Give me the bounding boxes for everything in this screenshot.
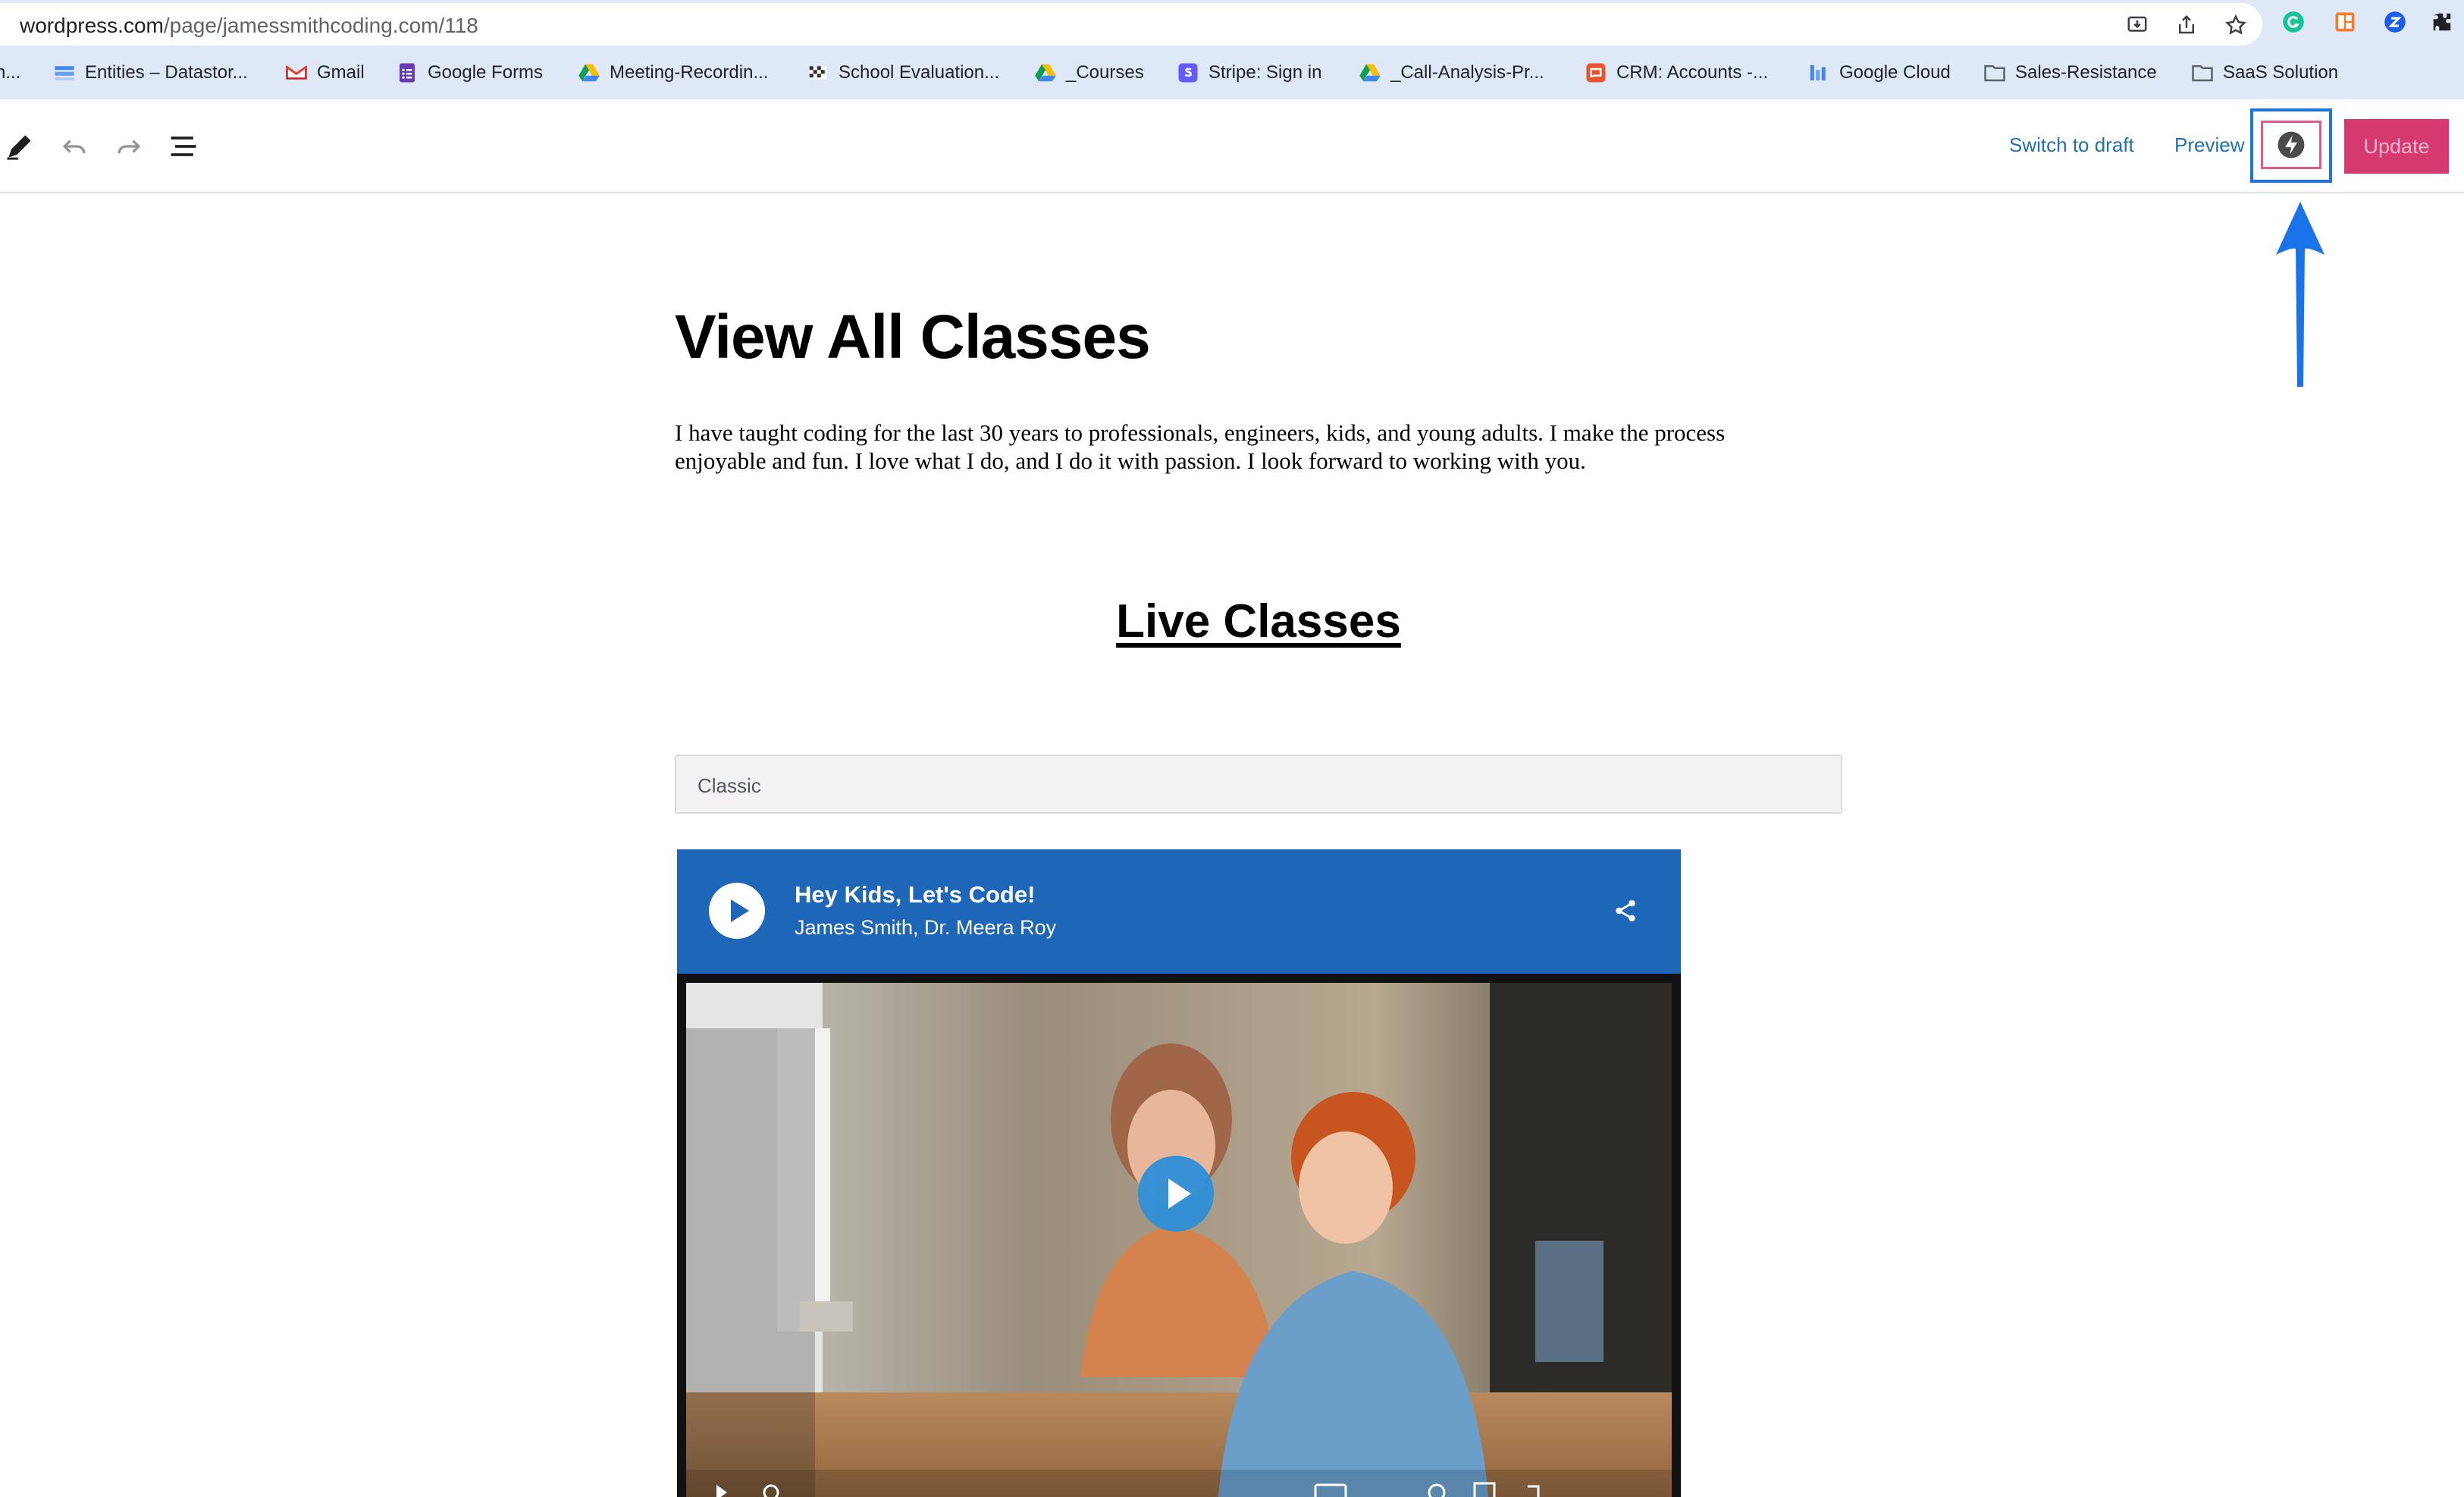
bookmark-item[interactable]: SaaS Solution: [2191, 58, 2338, 88]
jetpack-button[interactable]: [2261, 121, 2321, 169]
bookmark-item[interactable]: Entities – Datastor...: [53, 58, 248, 88]
intro-paragraph[interactable]: I have taught coding for the last 30 yea…: [675, 419, 1797, 475]
redo-icon[interactable]: [112, 130, 146, 163]
undo-icon[interactable]: [58, 130, 91, 163]
bookmark-label: Entities – Datastor...: [85, 62, 248, 83]
google-drive-icon: [578, 64, 600, 82]
center-play-button[interactable]: [1138, 1156, 1214, 1232]
bookmark-label: CRM: Accounts -...: [1616, 62, 1769, 83]
zoom-extension-icon[interactable]: [2384, 11, 2406, 33]
player-title: Hey Kids, Let's Code!: [795, 881, 1036, 908]
bookmark-label: Sales-Resistance: [2015, 62, 2157, 83]
editor-toolbar: Switch to draft Preview Update: [0, 99, 2464, 193]
google-drive-icon: [1359, 64, 1381, 82]
share-icon[interactable]: [1613, 898, 1638, 924]
bookmark-item[interactable]: Gmail: [285, 58, 365, 88]
bookmark-label: _Call-Analysis-Pr...: [1390, 62, 1544, 83]
layout-extension-icon[interactable]: [2334, 11, 2356, 33]
bookmark-item[interactable]: Google Cloud: [1807, 58, 1951, 88]
url-path: /page/jamessmithcoding.com/118: [163, 14, 478, 37]
google-cloud-icon: [1810, 65, 1826, 80]
bookmark-label: n...: [0, 62, 21, 83]
address-bar[interactable]: wordpress.com/page/jamessmithcoding.com/…: [0, 3, 2262, 46]
player-header: Hey Kids, Let's Code! James Smith, Dr. M…: [677, 849, 1681, 974]
video-controls-bar[interactable]: [686, 1470, 1672, 1497]
url-text[interactable]: wordpress.com/page/jamessmithcoding.com/…: [20, 14, 478, 38]
url-domain: wordpress.com: [20, 14, 164, 37]
player-authors: James Smith, Dr. Meera Roy: [795, 916, 1057, 939]
grammarly-extension-icon[interactable]: [2282, 11, 2305, 33]
gmail-icon: [286, 65, 307, 80]
datastore-icon: [55, 66, 74, 80]
bookmark-label: School Evaluation...: [839, 62, 1000, 83]
folder-icon: [2192, 65, 2213, 82]
crm-icon: [1586, 63, 1606, 83]
bookmark-item[interactable]: _Call-Analysis-Pr...: [1359, 58, 1544, 88]
bookmark-item[interactable]: Meeting-Recordin...: [578, 58, 768, 88]
annotation-arrow: [2276, 202, 2324, 387]
checkered-flag-icon: [809, 66, 827, 80]
bookmark-label: _Courses: [1066, 62, 1144, 83]
share-page-icon[interactable]: [2175, 14, 2198, 36]
document-overview-icon[interactable]: [167, 130, 200, 163]
stripe-icon: [1178, 63, 1198, 83]
bookmark-label: Google Forms: [428, 62, 544, 83]
bookmark-item[interactable]: Google Forms: [396, 58, 543, 88]
video-player-embed[interactable]: Hey Kids, Let's Code! James Smith, Dr. M…: [677, 849, 1681, 1497]
play-icon: [731, 899, 749, 922]
bookmark-label: Stripe: Sign in: [1208, 62, 1322, 83]
bookmark-item[interactable]: _Courses: [1034, 58, 1144, 88]
bookmark-item[interactable]: CRM: Accounts -...: [1585, 58, 1768, 88]
folder-icon: [1984, 65, 2005, 82]
bookmark-label: Google Cloud: [1839, 62, 1951, 83]
bookmark-item[interactable]: Sales-Resistance: [1983, 58, 2157, 88]
browser-chrome: wordpress.com/page/jamessmithcoding.com/…: [0, 0, 2464, 99]
google-forms-icon: [400, 63, 415, 83]
switch-to-draft-button[interactable]: Switch to draft: [2009, 133, 2134, 157]
video-thumbnail[interactable]: [686, 983, 1672, 1497]
bookmark-item[interactable]: Stripe: Sign in: [1177, 58, 1321, 88]
bookmarks-bar: n... Entities – Datastor... Gmail Google…: [0, 58, 2464, 88]
bookmark-label: Meeting-Recordin...: [610, 62, 769, 83]
bookmark-item[interactable]: n...: [0, 58, 20, 88]
edit-pencil-icon[interactable]: [3, 130, 36, 163]
preview-button[interactable]: Preview: [2174, 133, 2244, 157]
extensions-puzzle-icon[interactable]: [2431, 11, 2453, 33]
bookmark-label: Gmail: [317, 62, 365, 83]
section-heading[interactable]: Live Classes: [0, 595, 2464, 648]
update-button[interactable]: Update: [2344, 119, 2449, 174]
header-play-button[interactable]: [709, 883, 765, 939]
classic-block-label: Classic: [698, 774, 761, 797]
classic-block[interactable]: Classic: [675, 755, 1842, 814]
bookmark-item[interactable]: School Evaluation...: [807, 58, 999, 88]
bookmark-label: SaaS Solution: [2223, 62, 2339, 83]
jetpack-lightning-icon: [2277, 131, 2305, 158]
play-icon: [1168, 1178, 1191, 1209]
page-title[interactable]: View All Classes: [675, 302, 1151, 373]
bookmark-star-icon[interactable]: [2224, 14, 2247, 36]
install-app-icon[interactable]: [2126, 14, 2149, 36]
google-drive-icon: [1035, 64, 1056, 82]
